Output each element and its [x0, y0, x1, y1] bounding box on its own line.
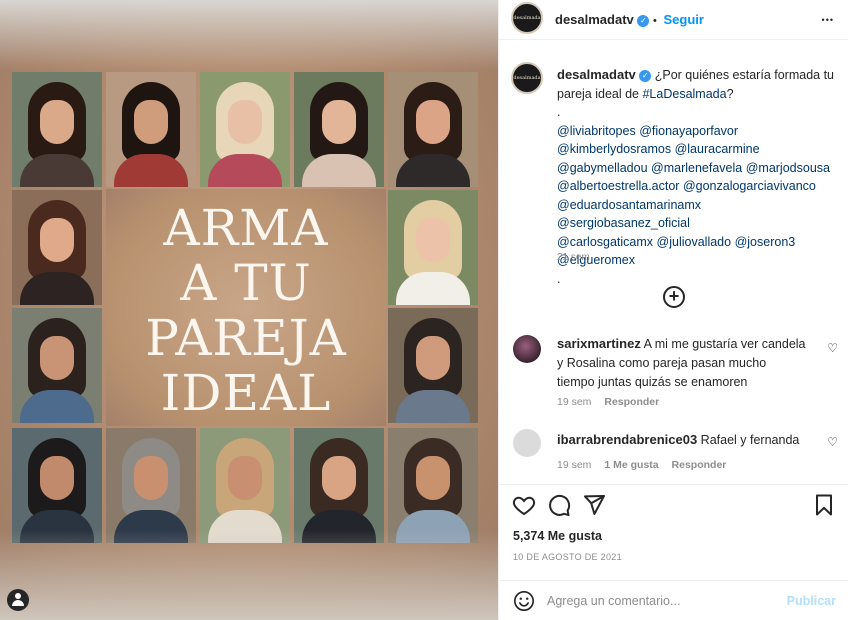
mention-link[interactable]: @lauracarmine — [675, 142, 760, 156]
mention-link[interactable]: @sergiobasanez_oficial — [557, 216, 690, 230]
tagged-users-icon[interactable] — [7, 589, 29, 611]
mention-link[interactable]: @gabymelladou — [557, 161, 648, 175]
comment-username[interactable]: sarixmartinez — [557, 336, 641, 351]
comment-meta: 19 sem 1 Me gusta Responder — [557, 459, 726, 471]
portrait-2 — [106, 72, 196, 187]
comment-time[interactable]: 19 sem — [557, 396, 591, 408]
mention-link[interactable]: @joseron3 — [735, 235, 796, 249]
emoji-icon[interactable] — [513, 590, 535, 612]
commenter-avatar[interactable] — [513, 335, 541, 363]
header-meta: desalmadatv ✓ • Seguir — [555, 12, 704, 27]
verified-icon: ✓ — [637, 14, 650, 27]
caption-question-end: ? — [726, 86, 734, 101]
caption-dot: . — [557, 105, 561, 119]
mention-link[interactable]: @carlosgaticamx — [557, 235, 653, 249]
likes-count[interactable]: 5,374 Me gusta — [513, 529, 602, 543]
portrait-14 — [388, 428, 478, 543]
like-heart-icon[interactable] — [512, 493, 536, 517]
comment-bubble-icon[interactable] — [547, 493, 571, 517]
mention-link[interactable]: @juliovallado — [657, 235, 732, 249]
comment-input[interactable] — [547, 589, 777, 613]
comment-body: Rafael y fernanda — [700, 433, 800, 447]
portrait-8 — [12, 308, 102, 423]
post-title-panel: ARMA A TU PAREJA IDEAL — [106, 189, 386, 426]
portrait-5 — [388, 72, 478, 187]
follow-button[interactable]: Seguir — [664, 12, 704, 27]
caption-text: desalmadatv ✓ ¿Por quiénes estaría forma… — [557, 66, 837, 288]
mention-link[interactable]: @kimberlydosramos — [557, 142, 671, 156]
mention-link[interactable]: @liviabritopes — [557, 124, 636, 138]
title-line-1: ARMA — [163, 199, 329, 257]
mention-link[interactable]: @albertoestrella.actor — [557, 179, 679, 193]
author-username[interactable]: desalmadatv — [555, 12, 634, 27]
mention-link[interactable]: @marjodsousa — [746, 161, 830, 175]
comment-meta: 19 sem Responder — [557, 396, 659, 408]
comment-composer: Publicar — [499, 580, 848, 620]
share-send-icon[interactable] — [582, 493, 606, 517]
caption-username[interactable]: desalmadatv — [557, 67, 636, 82]
portrait-1 — [12, 72, 102, 187]
comment-text: sarixmartinez A mi me gustaría ver cande… — [557, 334, 807, 392]
load-more-comments-icon[interactable]: + — [663, 286, 685, 308]
caption-dot: . — [557, 271, 561, 286]
portrait-13 — [294, 428, 384, 543]
portrait-10 — [12, 428, 102, 543]
mention-link[interactable]: @eduardosantamarinamx — [557, 198, 701, 212]
mention-link[interactable]: @gonzalogarciavivanco — [683, 179, 816, 193]
title-line-2: A TU — [180, 254, 312, 312]
comment-likes[interactable]: 1 Me gusta — [604, 459, 658, 471]
mention-link[interactable]: @fionayaporfavor — [639, 124, 738, 138]
caption-avatar[interactable]: desalmada — [511, 62, 543, 94]
portrait-11 — [106, 428, 196, 543]
comment-text: ibarrabrendabrenice03 Rafael y fernanda — [557, 430, 807, 450]
like-comment-icon[interactable]: ♡ — [827, 435, 838, 449]
post-actions — [499, 484, 848, 524]
portrait-4 — [294, 72, 384, 187]
post-date: 10 DE AGOSTO DE 2021 — [513, 552, 622, 562]
separator-dot: • — [653, 15, 657, 27]
like-comment-icon[interactable]: ♡ — [827, 341, 838, 355]
hashtag-link[interactable]: #LaDesalmada — [642, 87, 726, 101]
comment-time[interactable]: 19 sem — [557, 459, 591, 471]
publish-button[interactable]: Publicar — [787, 594, 836, 608]
title-line-4: IDEAL — [160, 364, 332, 422]
portrait-9 — [388, 308, 478, 423]
mention-link[interactable]: @marlenefavela — [651, 161, 742, 175]
avatar-logo: desalmada — [513, 15, 541, 21]
title-line-3: PAREJA — [145, 309, 347, 367]
caption-time[interactable]: 21 sem — [557, 252, 590, 263]
reply-button[interactable]: Responder — [604, 396, 659, 408]
reply-button[interactable]: Responder — [672, 459, 727, 471]
portrait-3 — [200, 72, 290, 187]
comment-username[interactable]: ibarrabrendabrenice03 — [557, 432, 697, 447]
author-avatar[interactable]: desalmada — [511, 2, 543, 34]
portrait-7 — [388, 190, 478, 305]
portrait-12 — [200, 428, 290, 543]
caption-verified-icon: ✓ — [639, 69, 652, 82]
caption-avatar-logo: desalmada — [513, 75, 541, 81]
post-header: desalmada desalmadatv ✓ • Seguir ••• — [499, 0, 848, 40]
more-options-icon[interactable]: ••• — [822, 15, 834, 25]
post-image[interactable]: ARMA A TU PAREJA IDEAL — [0, 0, 498, 620]
commenter-avatar[interactable] — [513, 429, 541, 457]
portrait-6 — [12, 190, 102, 305]
save-bookmark-icon[interactable] — [812, 493, 836, 517]
post-details: desalmada desalmadatv ✓ • Seguir ••• des… — [498, 0, 848, 620]
